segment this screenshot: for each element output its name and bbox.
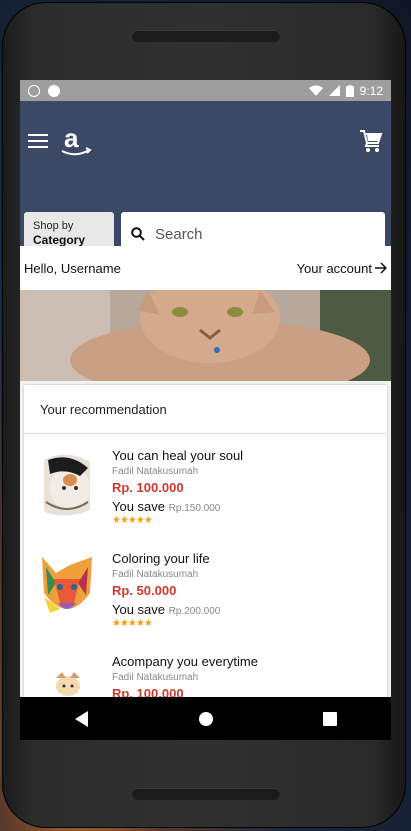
item-price: Rp. 100.000 (112, 480, 184, 495)
recommendation-title: Your recommendation (24, 385, 387, 434)
shop-by-label: Shop by (33, 220, 74, 232)
amazon-logo[interactable]: a (60, 125, 92, 159)
search-icon (131, 227, 145, 241)
cat-banner-illustration (20, 290, 391, 381)
item-info: You can heal your soul Fadil Natakusumah… (112, 448, 371, 537)
greeting-bar: Hello, Username Your account (20, 246, 391, 290)
item-info: Coloring your life Fadil Natakusumah Rp.… (112, 551, 371, 640)
cart-icon[interactable] (359, 129, 383, 153)
item-author: Fadil Natakusumah (112, 569, 199, 580)
save-label: You save (112, 499, 166, 514)
search-input[interactable] (153, 224, 357, 244)
banner-image[interactable] (20, 290, 391, 381)
recommendation-card: Your recommendation You can heal your so… (24, 385, 387, 740)
list-item[interactable]: You can heal your soul Fadil Natakusumah… (24, 434, 387, 537)
save-label: You save (112, 602, 166, 617)
top-speaker (132, 30, 280, 42)
save-amount: Rp.200.000 (168, 606, 221, 617)
save-amount: Rp.150.000 (168, 503, 221, 514)
recents-icon[interactable] (322, 711, 337, 726)
signal-icon (328, 85, 340, 96)
item-title: Acompany you everytime (112, 654, 258, 669)
notification-a-icon (28, 84, 40, 97)
item-save: You save Rp.200.000 (112, 602, 371, 617)
hamburger-icon[interactable] (28, 134, 48, 148)
rating-stars: ★★★★★ (112, 618, 153, 629)
arrow-right-icon (375, 262, 387, 274)
book-cover-image (40, 553, 94, 623)
wifi-icon (308, 85, 323, 96)
home-icon[interactable] (198, 711, 214, 727)
status-bar: 9:12 (20, 80, 391, 101)
item-author: Fadil Natakusumah (112, 672, 199, 683)
item-price: Rp. 50.000 (112, 583, 177, 598)
svg-text:a: a (64, 125, 79, 153)
status-time: 9:12 (359, 83, 383, 98)
item-title: Coloring your life (112, 551, 210, 566)
android-nav-bar (20, 697, 391, 740)
app-header: a Shop by Category (20, 101, 391, 256)
bottom-speaker (132, 788, 280, 800)
item-save: You save Rp.150.000 (112, 499, 371, 514)
notification-dot-icon (48, 84, 60, 97)
your-account-link[interactable]: Your account (297, 261, 387, 276)
item-title: You can heal your soul (112, 448, 244, 463)
battery-icon (345, 84, 354, 97)
rating-stars: ★★★★★ (112, 515, 153, 526)
your-account-label: Your account (296, 260, 372, 276)
item-author: Fadil Natakusumah (112, 466, 199, 477)
greeting-text: Hello, Username (24, 260, 121, 276)
app-screen: 9:12 a Shop by Category Hello, Username (20, 80, 391, 740)
back-icon[interactable] (74, 710, 89, 727)
list-item[interactable]: Coloring your life Fadil Natakusumah Rp.… (24, 537, 387, 640)
book-cover-image (40, 450, 94, 520)
